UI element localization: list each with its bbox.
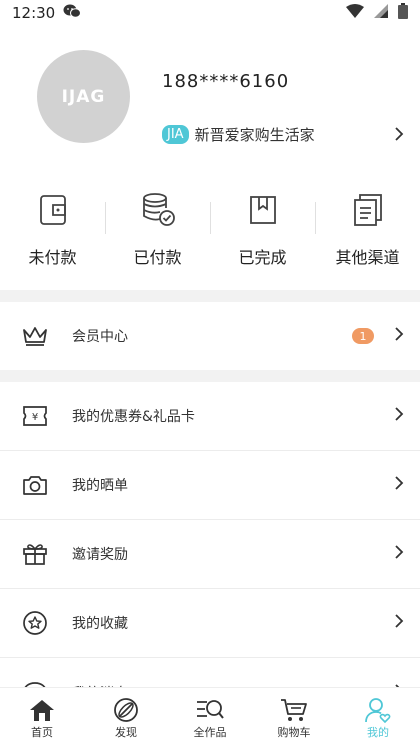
tab-mine[interactable]: 我的 [336, 688, 420, 747]
tab-label: 全作品 [193, 725, 227, 739]
user-heart-icon [364, 696, 392, 724]
order-paid[interactable]: 已付款 [105, 190, 210, 290]
tab-discover[interactable]: 发现 [84, 688, 168, 747]
tab-label: 首页 [31, 725, 53, 739]
avatar-logo: IJAG [61, 86, 106, 107]
section-divider [0, 370, 420, 382]
order-label: 其他渠道 [335, 248, 400, 267]
level-text: 新晋爱家购生活家 [194, 126, 315, 144]
notification-badge: 1 [352, 328, 374, 344]
coins-check-icon [140, 190, 176, 230]
tab-label: 购物车 [277, 725, 311, 739]
menu-row-reviews[interactable]: 我的晒单 [0, 451, 420, 520]
order-label: 未付款 [28, 248, 77, 267]
menu-label: 我的晒单 [72, 478, 128, 494]
member-center-label: 会员中心 [72, 329, 128, 345]
gift-icon [22, 542, 48, 566]
avatar[interactable]: IJAG [37, 50, 130, 143]
signal-icon [374, 4, 388, 22]
tab-all-works[interactable]: 全作品 [168, 688, 252, 747]
menu-label: 我的收藏 [72, 616, 128, 632]
list-search-icon [195, 696, 225, 724]
order-label: 已完成 [238, 248, 287, 267]
level-badge: JIA [162, 125, 189, 144]
app-screen: 12:30 IJAG 188****6160 JIA 新晋爱家购生活家 未付款 … [0, 0, 420, 747]
tab-label: 发现 [115, 725, 137, 739]
menu-row-favorites[interactable]: 我的收藏 [0, 589, 420, 658]
chevron-right-icon [394, 475, 404, 495]
coupon-icon: ¥ [22, 405, 48, 427]
menu-label: 邀请奖励 [72, 547, 128, 563]
crown-icon [22, 325, 48, 347]
star-circle-icon [22, 610, 48, 636]
member-center-row[interactable]: 会员中心 1 [0, 302, 420, 370]
menu-row-invite[interactable]: 邀请奖励 [0, 520, 420, 589]
order-other-channels[interactable]: 其他渠道 [315, 190, 420, 290]
order-completed[interactable]: 已完成 [210, 190, 315, 290]
box-icon [248, 190, 278, 230]
menu-label: 我的优惠券&礼品卡 [72, 409, 195, 425]
chevron-right-icon [394, 406, 404, 426]
status-time: 12:30 [12, 4, 56, 22]
camera-icon [22, 474, 48, 496]
profile-header[interactable]: IJAG 188****6160 JIA 新晋爱家购生活家 [0, 26, 420, 164]
status-icons [346, 3, 408, 23]
chevron-right-icon [394, 613, 404, 633]
chevron-right-icon [394, 544, 404, 564]
cart-icon [280, 696, 308, 724]
document-icon [352, 190, 384, 230]
wechat-icon [63, 4, 82, 22]
tab-cart[interactable]: 购物车 [252, 688, 336, 747]
member-level: JIA 新晋爱家购生活家 [162, 124, 315, 145]
wallet-icon [38, 190, 68, 230]
chevron-right-icon [394, 326, 404, 346]
discover-icon [113, 696, 139, 724]
user-phone: 188****6160 [162, 71, 290, 92]
home-icon [28, 696, 56, 724]
bottom-tab-bar: 首页 发现 全作品 购物车 我的 [0, 687, 420, 747]
menu-row-coupons[interactable]: ¥ 我的优惠券&礼品卡 [0, 382, 420, 451]
chevron-right-icon[interactable] [394, 126, 404, 146]
order-label: 已付款 [133, 248, 182, 267]
tab-label: 我的 [367, 725, 389, 739]
tab-home[interactable]: 首页 [0, 688, 84, 747]
order-status-row: 未付款 已付款 已完成 其他渠道 [0, 190, 420, 290]
status-bar: 12:30 [0, 0, 420, 26]
section-divider [0, 290, 420, 302]
battery-icon [398, 3, 408, 23]
wifi-icon [346, 4, 364, 22]
svg-text:¥: ¥ [32, 412, 38, 423]
order-unpaid[interactable]: 未付款 [0, 190, 105, 290]
